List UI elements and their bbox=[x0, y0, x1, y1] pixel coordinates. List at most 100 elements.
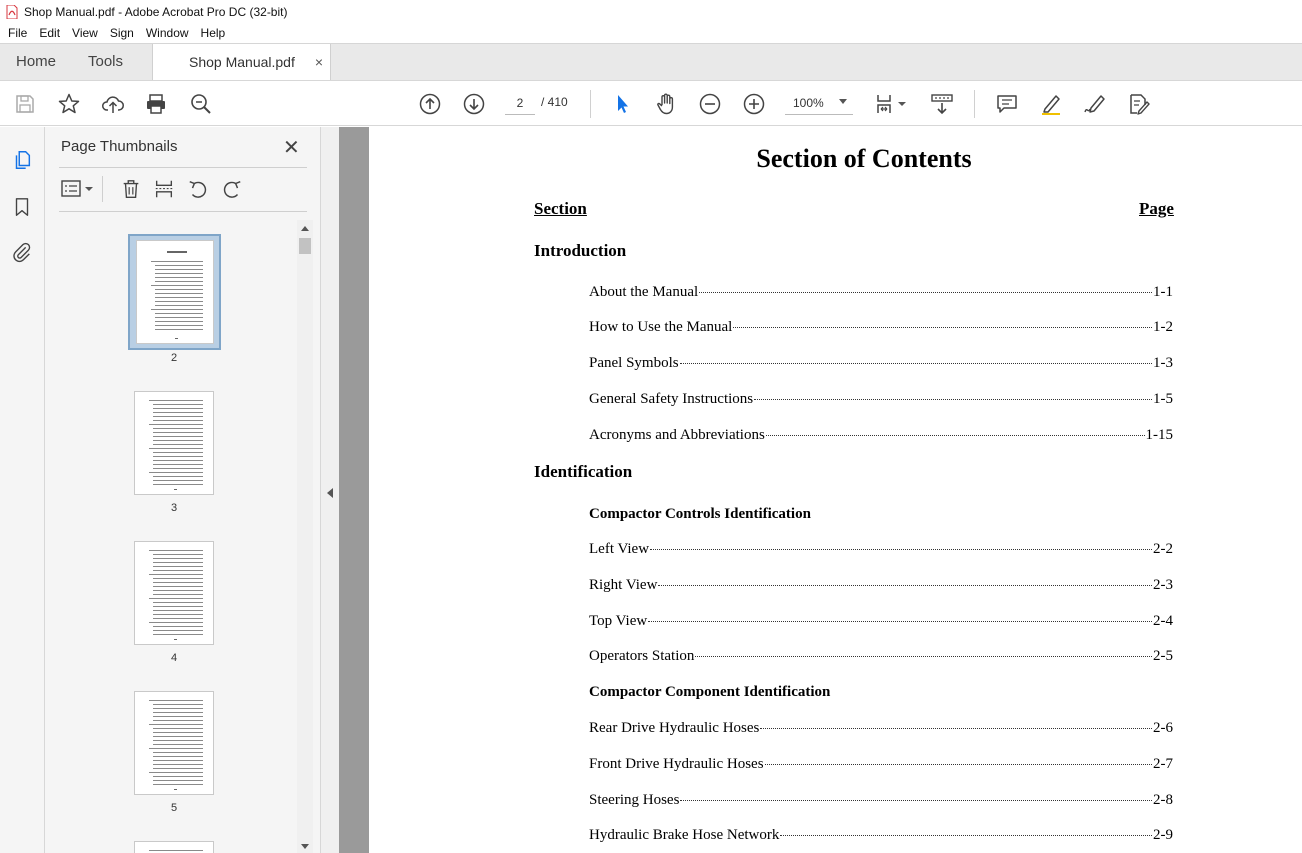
acrobat-icon bbox=[6, 4, 18, 19]
scroll-mode-icon[interactable] bbox=[929, 91, 955, 117]
page-thumbnail[interactable] bbox=[136, 240, 214, 344]
panel-divider bbox=[59, 211, 307, 212]
page-thumbnail[interactable] bbox=[134, 691, 214, 795]
thumbnail-text-line bbox=[153, 776, 203, 777]
tab-tools[interactable]: Tools bbox=[88, 44, 123, 80]
rotate-counterclockwise-icon[interactable] bbox=[186, 177, 210, 201]
toc-entry[interactable]: Hydraulic Brake Hose Network 2-9 bbox=[589, 827, 1173, 845]
pdf-page: Section of Contents Section Page Introdu… bbox=[369, 127, 1302, 853]
toc-entry[interactable]: Operators Station 2-5 bbox=[589, 648, 1173, 666]
collapse-panel-icon[interactable] bbox=[327, 488, 333, 498]
thumbnail-text-line bbox=[155, 297, 203, 298]
tab-home[interactable]: Home bbox=[16, 44, 56, 80]
page-thumbnail[interactable] bbox=[134, 841, 214, 853]
comment-icon[interactable] bbox=[994, 91, 1020, 117]
thumbnail-text-line bbox=[153, 618, 203, 619]
tab-close-icon[interactable]: × bbox=[315, 44, 323, 80]
toc-entry[interactable]: Front Drive Hydraulic Hoses 2-7 bbox=[589, 756, 1173, 774]
menu-view[interactable]: View bbox=[68, 26, 102, 40]
toc-entry[interactable]: Steering Hoses 2-8 bbox=[589, 792, 1173, 810]
close-icon[interactable]: ✕ bbox=[283, 135, 300, 160]
toc-entry-page: 2-2 bbox=[1153, 541, 1173, 557]
scroll-down-icon[interactable] bbox=[301, 844, 309, 849]
thumbnail-text-line bbox=[153, 412, 203, 413]
next-page-icon[interactable] bbox=[461, 91, 487, 117]
thumbnail-text-line bbox=[155, 281, 203, 282]
thumbnail-text-line bbox=[153, 728, 203, 729]
menu-file[interactable]: File bbox=[4, 26, 31, 40]
delete-pages-icon[interactable] bbox=[119, 177, 143, 201]
page-fit-dropdown-icon[interactable] bbox=[896, 91, 908, 117]
dot-leader bbox=[760, 728, 1152, 729]
save-icon[interactable] bbox=[12, 91, 38, 117]
panel-splitter[interactable] bbox=[320, 127, 339, 853]
menu-edit[interactable]: Edit bbox=[35, 26, 64, 40]
attachment-icon[interactable] bbox=[10, 240, 34, 264]
thumbnail-text-line bbox=[149, 622, 203, 623]
thumbnail-text-line bbox=[153, 408, 203, 409]
thumbnail-text-line bbox=[155, 277, 203, 278]
zoom-select[interactable]: 100% bbox=[785, 91, 853, 115]
thumbnail-text-line bbox=[155, 329, 203, 330]
scroll-up-icon[interactable] bbox=[301, 226, 309, 231]
thumbnail-text-line bbox=[153, 570, 203, 571]
thumbnail-text-line bbox=[153, 468, 203, 469]
thumbnail-text-line bbox=[153, 428, 203, 429]
thumbnail-text-line bbox=[153, 720, 203, 721]
tab-document[interactable]: Shop Manual.pdf × bbox=[152, 44, 331, 81]
page-thumbnails-icon[interactable] bbox=[10, 148, 34, 172]
page-number-input[interactable] bbox=[505, 91, 535, 115]
draw-freehand-icon[interactable] bbox=[1082, 91, 1108, 117]
thumbnail-scrollbar[interactable] bbox=[297, 220, 313, 853]
toc-entry-title: How to Use the Manual bbox=[589, 319, 733, 335]
zoom-out-icon[interactable] bbox=[697, 91, 723, 117]
toc-entry[interactable]: Rear Drive Hydraulic Hoses 2-6 bbox=[589, 720, 1173, 738]
bookmark-icon[interactable] bbox=[10, 195, 34, 219]
fill-sign-icon[interactable] bbox=[1126, 91, 1152, 117]
menu-bar: File Edit View Sign Window Help bbox=[0, 23, 1302, 43]
toc-entry-title: Rear Drive Hydraulic Hoses bbox=[589, 720, 760, 736]
toc-entry[interactable]: How to Use the Manual 1-2 bbox=[589, 319, 1173, 337]
zoom-in-icon[interactable] bbox=[741, 91, 767, 117]
thumbnail-text-line bbox=[167, 251, 187, 253]
dot-leader bbox=[754, 399, 1152, 400]
highlight-icon[interactable] bbox=[1038, 91, 1064, 117]
page-thumbnail[interactable] bbox=[134, 391, 214, 495]
thumbnail-text-line bbox=[149, 724, 203, 725]
dot-leader bbox=[680, 800, 1152, 801]
thumbnail-text-line bbox=[151, 285, 203, 286]
toc-entry[interactable]: About the Manual 1-1 bbox=[589, 284, 1173, 302]
rotate-clockwise-icon[interactable] bbox=[220, 177, 244, 201]
toc-entry-page: 2-9 bbox=[1153, 827, 1173, 843]
toc-entry[interactable]: Right View 2-3 bbox=[589, 577, 1173, 595]
section-column-heading: Section bbox=[534, 199, 587, 218]
thumbnail-page-number bbox=[174, 639, 177, 640]
menu-window[interactable]: Window bbox=[142, 26, 193, 40]
toc-entry[interactable]: Left View 2-2 bbox=[589, 541, 1173, 559]
search-zoom-icon[interactable] bbox=[188, 91, 214, 117]
menu-help[interactable]: Help bbox=[197, 26, 230, 40]
print-icon[interactable] bbox=[143, 91, 169, 117]
toc-entry[interactable]: Panel Symbols 1-3 bbox=[589, 355, 1173, 373]
thumbnail-options-icon[interactable] bbox=[59, 177, 95, 201]
toc-entry[interactable]: Top View 2-4 bbox=[589, 613, 1173, 631]
bookmark-star-icon[interactable] bbox=[56, 91, 82, 117]
select-cursor-icon[interactable] bbox=[609, 91, 635, 117]
tab-bar: Home Tools Shop Manual.pdf × bbox=[0, 43, 1302, 81]
thumbnail-text-line bbox=[153, 740, 203, 741]
thumbnail-text-line bbox=[155, 313, 203, 314]
previous-page-icon[interactable] bbox=[417, 91, 443, 117]
hand-tool-icon[interactable] bbox=[653, 91, 679, 117]
scrollbar-thumb[interactable] bbox=[299, 238, 311, 254]
menu-sign[interactable]: Sign bbox=[106, 26, 138, 40]
toc-entry[interactable]: General Safety Instructions 1-5 bbox=[589, 391, 1173, 409]
dot-leader bbox=[648, 621, 1152, 622]
thumbnail-text-line bbox=[151, 261, 203, 262]
page-thumbnail[interactable] bbox=[134, 541, 214, 645]
toc-entry[interactable]: Acronyms and Abbreviations 1-15 bbox=[589, 427, 1173, 445]
thumbnail-text-line bbox=[153, 566, 203, 567]
thumbnail-text-line bbox=[155, 265, 203, 266]
thumbnail-text-line bbox=[153, 744, 203, 745]
upload-cloud-icon[interactable] bbox=[100, 91, 126, 117]
insert-pages-icon[interactable] bbox=[152, 177, 176, 201]
